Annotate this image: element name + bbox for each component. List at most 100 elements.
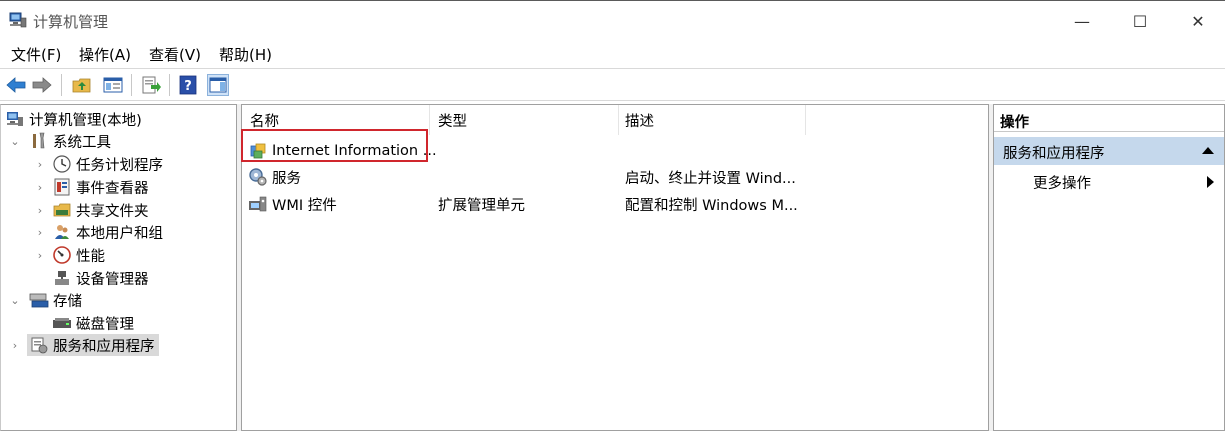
chevron-right-icon[interactable]: › <box>10 334 20 356</box>
tree-item-label: 服务和应用程序 <box>53 338 155 355</box>
tree-item-disk-management[interactable]: 磁盘管理 <box>52 312 134 334</box>
tree-item-storage[interactable]: 存储 <box>29 289 82 311</box>
tree-item-shared-folders[interactable]: 共享文件夹 <box>52 199 149 221</box>
more-actions-label: 更多操作 <box>1033 176 1091 192</box>
column-header-label: 类型 <box>438 114 467 130</box>
tree-item-label: 事件查看器 <box>76 180 149 197</box>
wmi-control-icon <box>248 194 268 214</box>
toolbar-separator <box>61 74 62 96</box>
menu-help[interactable]: 帮助(H) <box>219 44 272 65</box>
title-bar: 计算机管理 — ☐ ✕ <box>0 0 1225 40</box>
toolbar-separator <box>169 74 170 96</box>
list-item-description: 启动、终止并设置 Wind... <box>625 170 796 187</box>
list-item[interactable]: 服务 <box>248 165 301 189</box>
chevron-right-icon[interactable]: › <box>35 221 45 243</box>
list-item-description: 配置和控制 Windows M... <box>625 197 798 214</box>
chevron-right-icon[interactable]: › <box>35 176 45 198</box>
event-log-icon <box>52 177 72 197</box>
tree-item-event-viewer[interactable]: 事件查看器 <box>52 176 149 198</box>
tree-item-label: 设备管理器 <box>76 271 149 288</box>
users-icon <box>52 222 72 242</box>
column-divider[interactable] <box>805 105 806 135</box>
gauge-icon <box>52 245 72 265</box>
console-tree-icon <box>103 77 123 93</box>
svg-text:?: ? <box>184 79 192 94</box>
menu-view[interactable]: 查看(V) <box>149 44 201 65</box>
forward-button[interactable] <box>31 74 53 96</box>
actions-pane: 操作 服务和应用程序 更多操作 <box>993 104 1225 431</box>
storage-icon <box>29 290 49 310</box>
chevron-right-icon[interactable]: › <box>35 199 45 221</box>
toolbar-separator <box>131 74 132 96</box>
show-action-pane-button[interactable] <box>207 74 229 96</box>
clock-icon <box>52 154 72 174</box>
export-list-button[interactable] <box>140 74 162 96</box>
collapse-up-icon[interactable] <box>1202 147 1214 154</box>
tree-item-local-users[interactable]: 本地用户和组 <box>52 221 163 243</box>
actions-header: 操作 <box>994 105 1224 132</box>
shared-folder-icon <box>52 200 72 220</box>
column-divider[interactable] <box>429 105 430 135</box>
chevron-down-icon[interactable]: ⌄ <box>10 289 20 311</box>
chevron-down-icon[interactable]: ⌄ <box>10 130 20 152</box>
menu-action[interactable]: 操作(A) <box>79 44 131 65</box>
list-item-type: 扩展管理单元 <box>438 197 525 214</box>
minimize-icon: — <box>1074 11 1090 31</box>
chevron-right-icon[interactable]: › <box>35 153 45 175</box>
column-header-label: 描述 <box>625 114 654 130</box>
tree-item-label: 性能 <box>76 248 105 265</box>
maximize-button[interactable]: ☐ <box>1111 1 1169 41</box>
tree-item-services-apps[interactable]: 服务和应用程序 <box>27 334 159 356</box>
services-apps-icon <box>29 335 49 355</box>
column-header-label: 名称 <box>250 114 279 130</box>
forward-arrow-icon <box>32 77 52 93</box>
tree-item-task-scheduler[interactable]: 任务计划程序 <box>52 153 163 175</box>
menu-file[interactable]: 文件(F) <box>11 44 61 65</box>
disk-icon <box>52 313 72 333</box>
close-button[interactable]: ✕ <box>1169 1 1225 41</box>
tree-item-label: 系统工具 <box>53 134 111 151</box>
tree-item-label: 存储 <box>53 293 82 310</box>
back-arrow-icon <box>6 77 26 93</box>
actions-group-label: 服务和应用程序 <box>1003 146 1105 162</box>
back-button[interactable] <box>5 74 27 96</box>
help-button[interactable]: ? <box>177 74 199 96</box>
submenu-arrow-icon <box>1207 176 1214 188</box>
list-item-name: 服务 <box>272 170 301 187</box>
actions-group-services-apps[interactable]: 服务和应用程序 <box>994 137 1224 165</box>
tree-item-device-manager[interactable]: 设备管理器 <box>52 267 149 289</box>
close-icon: ✕ <box>1191 11 1205 31</box>
maximize-icon: ☐ <box>1132 11 1148 31</box>
help-icon: ? <box>179 75 197 95</box>
action-pane-icon <box>209 77 227 93</box>
export-list-icon <box>142 76 161 94</box>
list-item[interactable]: WMI 控件 <box>248 192 337 216</box>
folder-up-icon <box>72 78 91 93</box>
device-manager-icon <box>52 268 72 288</box>
column-divider[interactable] <box>618 105 619 135</box>
column-header-type[interactable]: 类型 <box>438 105 618 135</box>
chevron-right-icon[interactable]: › <box>35 244 45 266</box>
console-tree: 计算机管理(本地) ⌄ 系统工具 › 任务计划程序 › 事件查看器 › 共享文件… <box>0 104 237 431</box>
tree-item-root[interactable]: 计算机管理(本地) <box>5 108 142 130</box>
tree-item-system-tools[interactable]: 系统工具 <box>29 130 111 152</box>
up-folder-button[interactable] <box>71 74 93 96</box>
computer-management-icon <box>5 109 25 129</box>
services-gear-icon <box>248 167 268 187</box>
computer-management-icon <box>9 12 27 28</box>
tree-item-label: 任务计划程序 <box>76 157 163 174</box>
list-item-name: WMI 控件 <box>272 197 337 214</box>
show-hide-tree-button[interactable] <box>102 74 124 96</box>
tree-item-label: 计算机管理(本地) <box>29 112 142 129</box>
minimize-button[interactable]: — <box>1053 1 1111 41</box>
tree-item-label: 本地用户和组 <box>76 225 163 242</box>
tools-icon <box>29 131 49 151</box>
toolbar: ? <box>0 68 1225 101</box>
more-actions-item[interactable]: 更多操作 <box>994 169 1224 195</box>
selection-highlight <box>241 129 428 162</box>
tree-item-label: 共享文件夹 <box>76 203 149 220</box>
window-title: 计算机管理 <box>33 13 109 31</box>
column-header-description[interactable]: 描述 <box>625 105 805 135</box>
tree-item-performance[interactable]: 性能 <box>52 244 105 266</box>
menu-bar: 文件(F) 操作(A) 查看(V) 帮助(H) <box>0 40 1225 67</box>
